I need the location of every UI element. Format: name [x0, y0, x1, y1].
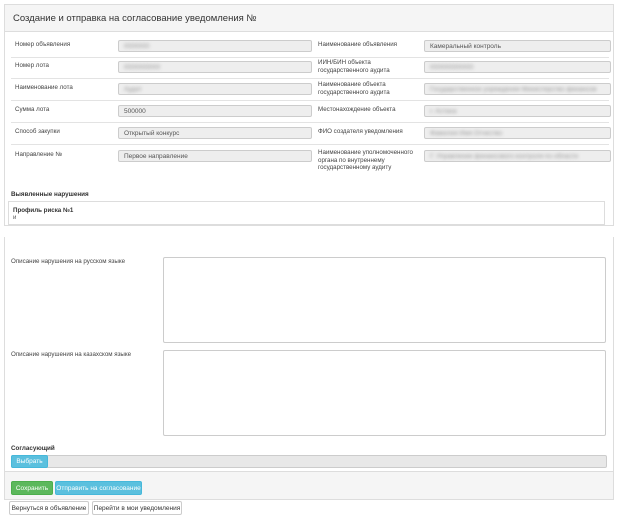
label-lot-number: Номер лота — [15, 62, 49, 69]
violation-description-panel: Описание нарушения на русском языке Опис… — [4, 237, 614, 500]
field-audit-object-name[interactable]: Государственное учреждение Министерство … — [424, 83, 611, 95]
field-creator-name[interactable]: Фамилия Имя Отчество — [424, 127, 611, 139]
send-for-approval-button[interactable]: Отправить на согласование — [55, 481, 142, 495]
label-procurement-method: Способ закупки — [15, 128, 60, 135]
label-announcement-number: Номер объявления — [15, 41, 71, 48]
label-audit-object-name: Наименование объекта государственного ау… — [318, 81, 390, 96]
label-authorized-body: Наименование уполномоченного органа по в… — [318, 149, 413, 171]
field-lot-name[interactable]: Аудит — [118, 83, 312, 95]
field-authorized-body[interactable]: Г. Управление финансового контроля по об… — [424, 150, 611, 162]
page-title: Создание и отправка на согласование увед… — [13, 12, 257, 24]
panel-header: Создание и отправка на согласование увед… — [5, 5, 613, 32]
my-notifications-button[interactable]: Перейти в мои уведомления — [92, 501, 182, 515]
label-creator-name: ФИО создателя уведомления — [318, 128, 403, 135]
label-lot-amount: Сумма лота — [15, 106, 50, 113]
field-procurement-method[interactable]: Открытый конкурс — [118, 127, 312, 139]
notification-info-panel: Создание и отправка на согласование увед… — [4, 4, 614, 226]
risk-profile-note: и — [13, 215, 17, 221]
field-lot-amount[interactable]: 500000 — [118, 105, 312, 117]
save-button[interactable]: Сохранить — [11, 481, 53, 495]
field-direction[interactable]: Первое направление — [118, 150, 312, 162]
approver-field — [11, 455, 607, 468]
violations-title: Выявленные нарушения — [11, 191, 89, 198]
description-kz-textarea[interactable] — [163, 350, 606, 436]
label-audit-object-bin: ИИН/БИН объекта государственного аудита — [318, 59, 390, 74]
field-announcement-number[interactable]: 0000000 — [118, 40, 312, 52]
label-description-ru: Описание нарушения на русском языке — [11, 258, 126, 265]
select-approver-button[interactable]: Выбрать — [11, 455, 48, 468]
label-object-location: Местонахождение объекта — [318, 106, 396, 113]
description-ru-textarea[interactable] — [163, 257, 606, 343]
approver-label: Согласующий — [11, 445, 55, 452]
label-description-kz: Описание нарушения на казахском языке — [11, 351, 132, 358]
back-to-announcement-button[interactable]: Вернуться в объявление — [9, 501, 89, 515]
risk-profile-title: Профиль риска №1 — [13, 207, 74, 214]
field-audit-object-bin[interactable]: 000000000000 — [424, 61, 611, 73]
label-direction: Направление № — [15, 151, 63, 158]
field-announcement-name[interactable]: Камеральный контроль — [424, 40, 611, 52]
risk-profile-box: Профиль риска №1 и — [8, 201, 605, 225]
label-lot-name: Наименование лота — [15, 84, 73, 91]
label-announcement-name: Наименование объявления — [318, 41, 398, 48]
field-object-location[interactable]: г. Астана — [424, 105, 611, 117]
field-lot-number[interactable]: 0000000000 — [118, 61, 312, 73]
